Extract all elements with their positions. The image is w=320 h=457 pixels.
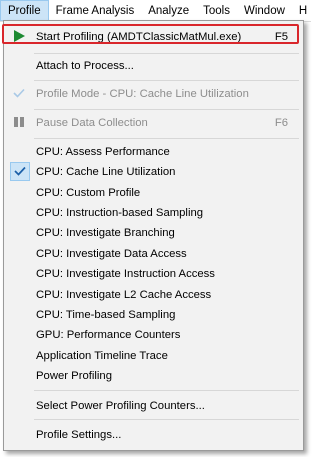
menu-profile[interactable]: Profile: [0, 0, 49, 21]
menu-window-label: Window: [244, 4, 285, 17]
separator: [34, 419, 299, 420]
pause-icon: [11, 114, 27, 130]
menu-frame-analysis-label: Frame Analysis: [55, 4, 135, 17]
mode-label: Power Profiling: [36, 369, 112, 382]
check-icon: [12, 163, 28, 179]
mode-item-custom-profile[interactable]: CPU: Custom Profile: [5, 183, 302, 202]
menu-window[interactable]: Window: [237, 0, 292, 21]
mode-item-gpu-performance-counters[interactable]: GPU: Performance Counters: [5, 325, 302, 344]
menu-tools-label: Tools: [203, 4, 230, 17]
mode-item-instruction-based-sampling[interactable]: CPU: Instruction-based Sampling: [5, 203, 302, 222]
mode-label: Application Timeline Trace: [36, 349, 168, 362]
mode-label: CPU: Time-based Sampling: [36, 308, 176, 321]
attach-to-process-item[interactable]: Attach to Process...: [5, 56, 302, 75]
mode-label: CPU: Investigate Branching: [36, 226, 175, 239]
profile-mode-label: Profile Mode - CPU: Cache Line Utilizati…: [36, 87, 249, 100]
mode-item-investigate-l2-cache-access[interactable]: CPU: Investigate L2 Cache Access: [5, 285, 302, 304]
separator: [34, 138, 299, 139]
mode-label: CPU: Cache Line Utilization: [36, 165, 176, 178]
mode-item-assess-performance[interactable]: CPU: Assess Performance: [5, 142, 302, 161]
pause-data-collection-item: Pause Data Collection F6: [5, 113, 302, 132]
mode-item-power-profiling[interactable]: Power Profiling: [5, 366, 302, 385]
menu-help[interactable]: H: [292, 0, 311, 21]
menu-analyze-label: Analyze: [148, 4, 190, 17]
pause-label: Pause Data Collection: [36, 116, 148, 129]
mode-item-application-timeline-trace[interactable]: Application Timeline Trace: [5, 346, 302, 365]
separator: [34, 390, 299, 391]
menu-tools[interactable]: Tools: [196, 0, 237, 21]
profile-settings-item[interactable]: Profile Settings...: [5, 425, 302, 444]
mode-label: CPU: Investigate L2 Cache Access: [36, 288, 212, 301]
mode-label: GPU: Performance Counters: [36, 328, 181, 341]
mode-item-cache-line-utilization[interactable]: CPU: Cache Line Utilization: [5, 162, 302, 181]
profile-dropdown-menu: Start Profiling (AMDTClassicMatMul.exe) …: [3, 20, 304, 451]
profile-mode-item: Profile Mode - CPU: Cache Line Utilizati…: [5, 84, 302, 103]
play-icon: [11, 28, 27, 44]
profile-settings-label: Profile Settings...: [36, 428, 122, 441]
separator: [34, 80, 299, 81]
separator: [34, 109, 299, 110]
start-profiling-shortcut: F5: [274, 30, 288, 43]
start-profiling-label: Start Profiling (AMDTClassicMatMul.exe): [36, 30, 242, 43]
mode-item-investigate-instruction-access[interactable]: CPU: Investigate Instruction Access: [5, 264, 302, 283]
mode-label: CPU: Investigate Data Access: [36, 247, 187, 260]
separator: [34, 53, 299, 54]
mode-label: CPU: Instruction-based Sampling: [36, 206, 204, 219]
pause-shortcut: F6: [274, 116, 288, 129]
mode-label: CPU: Assess Performance: [36, 145, 170, 158]
menu-help-label: H: [298, 4, 308, 17]
mode-item-investigate-branching[interactable]: CPU: Investigate Branching: [5, 223, 302, 242]
menubar: Profile Frame Analysis Analyze Tools Win…: [0, 0, 311, 22]
select-power-profiling-counters-item[interactable]: Select Power Profiling Counters...: [5, 396, 302, 415]
attach-label: Attach to Process...: [36, 59, 134, 72]
check-icon: [11, 85, 27, 101]
select-power-label: Select Power Profiling Counters...: [36, 399, 205, 412]
menu-frame-analysis[interactable]: Frame Analysis: [49, 0, 142, 21]
mode-item-time-based-sampling[interactable]: CPU: Time-based Sampling: [5, 305, 302, 324]
menu-analyze[interactable]: Analyze: [141, 0, 196, 21]
mode-label: CPU: Investigate Instruction Access: [36, 267, 215, 280]
mode-item-investigate-data-access[interactable]: CPU: Investigate Data Access: [5, 244, 302, 263]
start-profiling-item[interactable]: Start Profiling (AMDTClassicMatMul.exe) …: [5, 27, 302, 46]
mode-label: CPU: Custom Profile: [36, 186, 141, 199]
menu-profile-label: Profile: [8, 4, 41, 17]
